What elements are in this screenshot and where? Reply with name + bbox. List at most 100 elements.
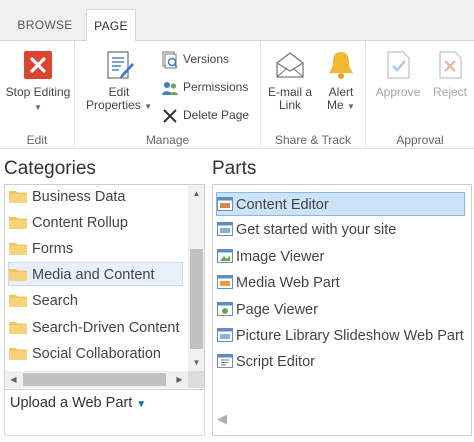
category-item[interactable]: Search [9,289,188,313]
categories-heading: Categories [4,158,96,179]
bell-icon [329,52,353,79]
categories-list: Business Data Content Rollup Forms Media… [5,185,188,371]
stop-editing-label: Stop Editing [5,85,71,99]
category-label: Media and Content [32,267,155,283]
folder-icon [9,268,27,281]
ribbon-group-share-track: E-mail a Link Alert Me ▼ Share & Track [261,41,366,149]
category-label: Forms [32,241,74,257]
part-item[interactable]: Picture Library Slideshow Web Part [217,324,471,348]
email-link-button[interactable]: E-mail a Link [263,49,317,112]
edit-properties-button[interactable]: Edit Properties ▼ [81,49,157,113]
part-label: Content Editor [236,197,329,213]
part-label: Page Viewer [236,302,318,318]
upload-web-part-area: Upload a Web Part ▼ [4,390,205,436]
permissions-label: Permissions [183,80,249,94]
reject-label: Reject [432,85,467,99]
part-label: Image Viewer [236,249,325,265]
versions-label: Versions [183,52,230,66]
tab-page[interactable]: PAGE [86,9,136,42]
scroll-thumb[interactable] [190,249,203,349]
category-item[interactable]: Forms [9,237,188,261]
media-web-part-icon [217,274,233,289]
folder-icon [9,190,27,203]
ribbon-group-manage: Edit Properties ▼ Versions Permissions D… [75,41,261,149]
folder-icon [9,242,27,255]
parts-listbox[interactable]: Content Editor Get started with your sit… [212,184,472,436]
part-item[interactable]: Media Web Part [217,271,471,295]
part-label: Get started with your site [236,222,397,238]
delete-page-label: Delete Page [183,108,250,122]
alert-me-button[interactable]: Alert Me ▼ [319,49,363,113]
email-link-label-2: Link [278,98,301,112]
scroll-up-icon[interactable]: ▲ [188,185,204,202]
scroll-down-icon[interactable]: ▼ [188,354,204,371]
folder-icon [9,347,27,360]
stop-editing-icon [24,51,52,79]
scrollbar-corner [188,371,204,388]
category-label: Content Rollup [32,215,128,231]
versions-icon [162,51,178,69]
delete-icon [163,109,177,123]
alert-me-label-2: Me [327,98,344,112]
part-item[interactable]: Image Viewer [217,245,471,269]
tab-browse[interactable]: BROWSE [10,9,80,41]
image-viewer-icon [217,248,233,263]
group-label-share-track: Share & Track [274,133,352,147]
scroll-thumb[interactable] [23,373,166,386]
categories-horizontal-scrollbar[interactable]: ◀ ▶ [5,371,188,388]
part-item-selected[interactable]: Content Editor [216,192,465,216]
part-label: Media Web Part [236,275,340,291]
category-item[interactable]: Business Data [9,185,188,209]
stop-editing-button[interactable]: Stop Editing ▼ [2,49,74,114]
chevron-down-icon: ▼ [347,102,355,111]
part-item[interactable]: Script Editor [217,350,471,374]
part-item[interactable]: Page Viewer [217,298,471,322]
category-item[interactable]: Content Rollup [9,211,188,235]
scroll-right-icon[interactable]: ▶ [171,371,188,388]
content-editor-icon [217,196,233,211]
get-started-icon [217,221,233,236]
upload-web-part-link[interactable]: Upload a Web Part [10,395,132,411]
reject-icon [439,51,462,79]
approve-label: Approve [375,85,421,99]
ribbon: Stop Editing ▼ Edit Edit Properties ▼ Ve… [0,41,474,149]
category-label: Search-Driven Content [32,320,180,336]
folder-icon [9,321,27,334]
category-label: Search [32,293,78,309]
email-icon [276,52,304,78]
chevron-down-icon: ▼ [144,102,152,111]
categories-listbox[interactable]: Business Data Content Rollup Forms Media… [4,184,205,390]
scroll-left-icon[interactable]: ◀ [217,411,227,427]
group-label-edit: Edit [26,133,48,147]
chevron-down-icon[interactable]: ▼ [136,399,146,410]
part-label: Script Editor [236,354,315,370]
category-item[interactable]: Search-Driven Content [9,316,188,340]
versions-button[interactable]: Versions [161,48,229,70]
ribbon-group-edit: Stop Editing ▼ Edit [0,41,75,149]
category-item-selected[interactable]: Media and Content [8,262,183,286]
category-label: Social Collaboration [32,346,161,362]
permissions-button[interactable]: Permissions [161,76,248,98]
edit-properties-label-2: Properties [86,98,141,112]
group-label-approval: Approval [396,133,444,147]
ribbon-tab-bar: BROWSE PAGE [0,0,474,42]
approve-button[interactable]: Approve [372,49,424,99]
reject-button[interactable]: Reject [428,49,472,99]
group-label-manage: Manage [145,133,190,147]
category-item[interactable]: Social Collaboration [9,342,188,366]
delete-page-button[interactable]: Delete Page [161,104,249,126]
ribbon-group-approval: Approve Reject Approval [366,41,474,149]
chevron-down-icon: ▼ [34,103,42,112]
approve-icon [387,51,410,79]
parts-heading: Parts [212,158,257,179]
part-item[interactable]: Get started with your site [217,218,471,242]
edit-properties-icon [107,51,134,79]
scroll-left-icon[interactable]: ◀ [5,371,22,388]
folder-icon [9,294,27,307]
categories-vertical-scrollbar[interactable]: ▲ ▼ [188,185,204,371]
page-viewer-icon [217,301,233,316]
folder-icon [9,216,27,229]
script-editor-icon [217,353,233,368]
permissions-icon [162,81,178,95]
category-label: Business Data [32,189,126,205]
